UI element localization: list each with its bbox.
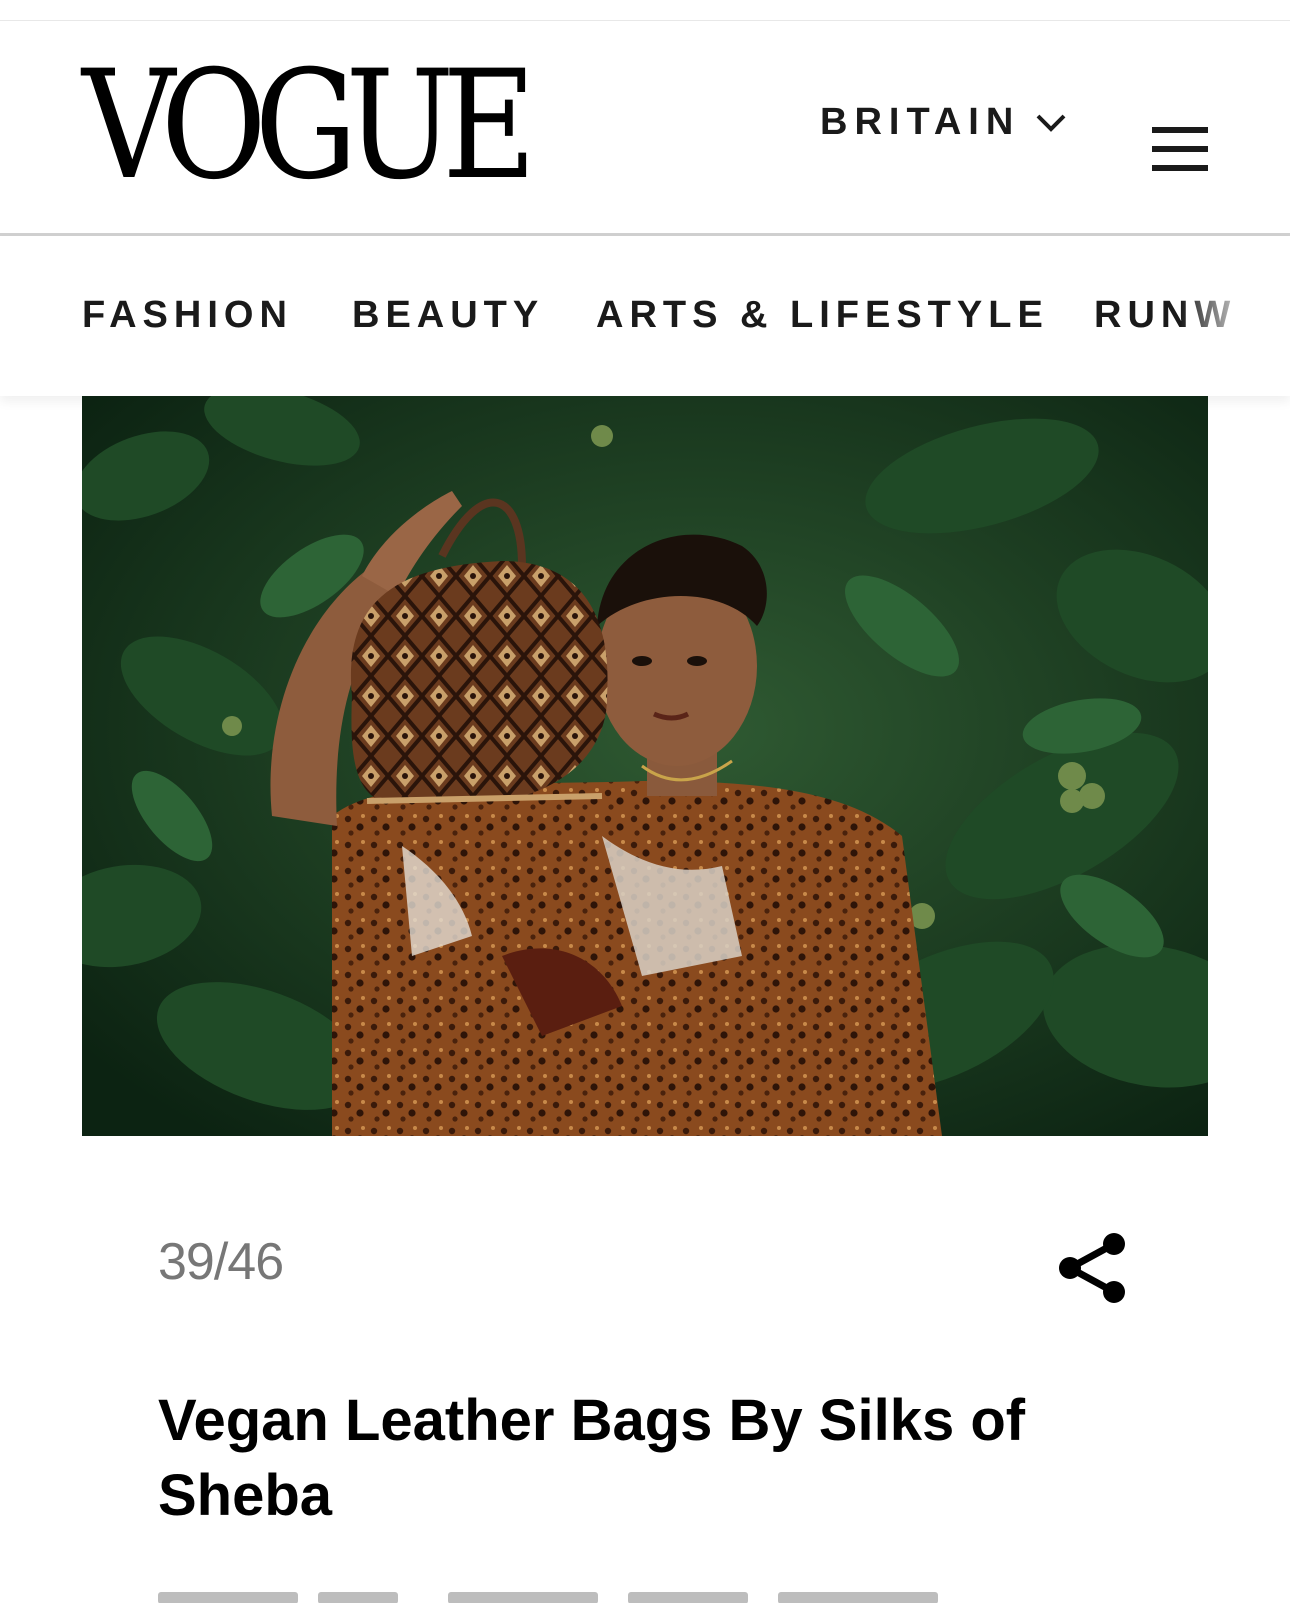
- chevron-down-icon: [1036, 114, 1066, 132]
- gallery-counter: 39/46: [158, 1233, 284, 1291]
- edition-selector[interactable]: BRITAIN: [820, 101, 1066, 144]
- gallery-photo-illustration: [82, 396, 1208, 1136]
- nav-scroll-fade: [1180, 236, 1290, 396]
- edition-label: BRITAIN: [820, 101, 1021, 143]
- section-nav: FASHION BEAUTY ARTS & LIFESTYLE RUNW: [0, 236, 1290, 396]
- nav-item-arts-lifestyle[interactable]: ARTS & LIFESTYLE: [596, 294, 1049, 337]
- vogue-logo[interactable]: VOGUE: [82, 51, 536, 201]
- hamburger-menu-icon[interactable]: [1152, 127, 1208, 171]
- nav-item-beauty[interactable]: BEAUTY: [352, 294, 544, 337]
- article-headline: Vegan Leather Bags By Silks of Sheba: [158, 1388, 1026, 1528]
- gallery-image[interactable]: [82, 396, 1208, 1136]
- nav-item-fashion[interactable]: FASHION: [82, 294, 293, 337]
- masthead: VOGUE BRITAIN: [0, 21, 1290, 233]
- share-icon[interactable]: [1056, 1230, 1130, 1306]
- body-text-peek: [158, 1588, 1058, 1603]
